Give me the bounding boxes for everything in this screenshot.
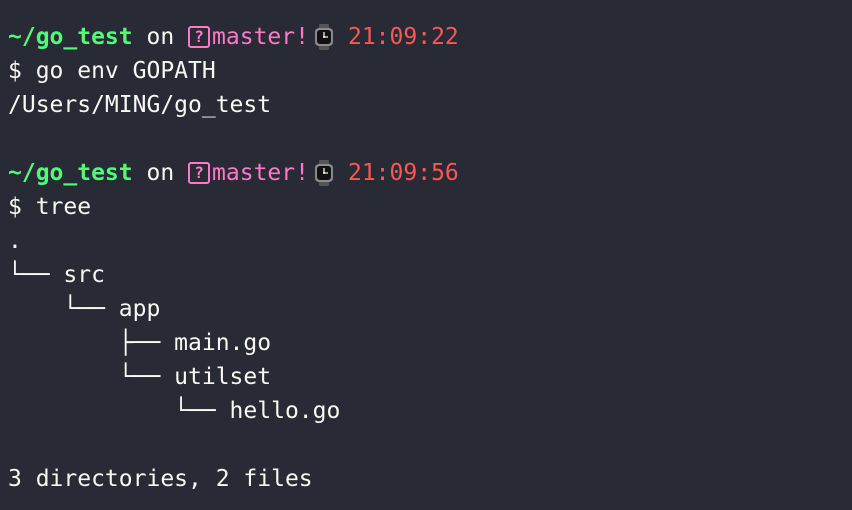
- tree-entry-text: ├── main.go: [8, 330, 272, 356]
- tree-entry-text: └── hello.go: [8, 398, 341, 424]
- command-line: $ go env GOPATH: [8, 54, 852, 88]
- tree-summary-text: 3 directories, 2 files: [8, 466, 313, 492]
- prompt-line: ~/go_test on ? master! 21:09:56: [8, 156, 852, 190]
- prompt-time: 21:09:22: [347, 24, 459, 50]
- tree-entry: └── utilset: [8, 360, 852, 394]
- tree-entry: └── app: [8, 292, 852, 326]
- tree-entry: └── src: [8, 258, 852, 292]
- question-box-icon: ?: [188, 26, 211, 48]
- terminal-window[interactable]: ~/go_test on ? master! 21:09:22 $ go env…: [0, 0, 852, 510]
- git-branch: master!: [212, 24, 309, 50]
- tree-entry-text: └── utilset: [8, 364, 272, 390]
- tree-entry-text: └── src: [8, 262, 105, 288]
- tree-entry-text: └── app: [8, 296, 161, 322]
- watch-icon: [313, 160, 335, 186]
- gopath-output-text: /Users/MING/go_test: [8, 92, 272, 118]
- tree-root-text: .: [8, 228, 22, 254]
- tree-entry: ├── main.go: [8, 326, 852, 360]
- git-branch: master!: [212, 160, 309, 186]
- tree-entry: └── hello.go: [8, 394, 852, 428]
- prompt-on-text: on: [146, 24, 175, 50]
- watch-icon: [313, 24, 335, 50]
- question-box-icon: ?: [188, 162, 211, 184]
- prompt-line: ~/go_test on ? master! 21:09:22: [8, 20, 852, 54]
- prompt-on-text: on: [146, 160, 175, 186]
- prompt-path: ~/go_test: [8, 24, 133, 50]
- tree-root: .: [8, 224, 852, 258]
- prompt-time: 21:09:56: [347, 160, 459, 186]
- command-line: $ tree: [8, 190, 852, 224]
- prompt-path: ~/go_test: [8, 160, 133, 186]
- command-text: $ go env GOPATH: [8, 58, 216, 84]
- command-output: /Users/MING/go_test: [8, 88, 852, 122]
- tree-summary: 3 directories, 2 files: [8, 462, 852, 496]
- command-text: $ tree: [8, 194, 92, 220]
